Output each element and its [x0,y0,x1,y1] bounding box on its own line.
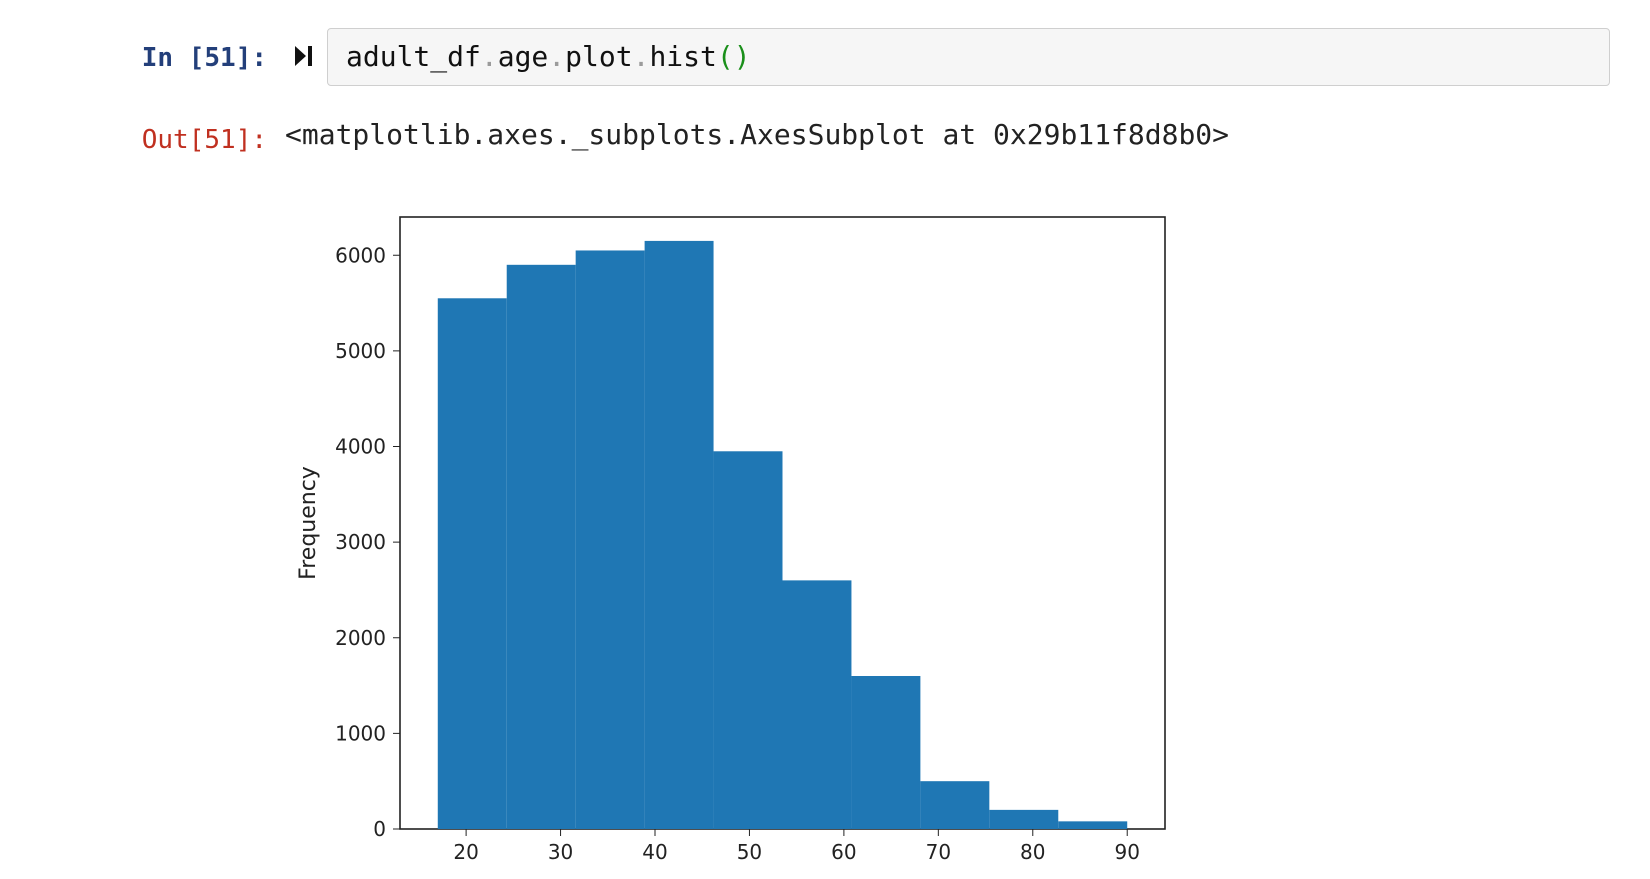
x-tick-label: 80 [1020,840,1045,864]
x-tick-label: 60 [831,840,856,864]
y-tick-label: 5000 [335,339,386,363]
x-tick-label: 50 [737,840,762,864]
notebook-cell-area: In [51]: adult_df.age.plot.hist() Out[51… [0,0,1650,879]
histogram-bar [438,298,507,829]
in-prompt-suffix: ]: [236,43,267,73]
code-input[interactable]: adult_df.age.plot.hist() [327,28,1610,86]
y-tick-label: 4000 [335,434,386,458]
y-tick-label: 6000 [335,243,386,267]
code-input-wrap: adult_df.age.plot.hist() [285,28,1650,86]
code-token: . [548,40,565,73]
empty-prompt [0,199,285,879]
histogram-bar [714,451,783,829]
code-token: ) [734,40,751,73]
code-token: age [498,40,549,73]
output-repr-row: Out[51]: <matplotlib.axes._subplots.Axes… [0,110,1650,158]
x-tick-label: 20 [453,840,478,864]
histogram-bar [576,250,645,829]
code-token: . [481,40,498,73]
y-tick-label: 0 [373,817,386,841]
out-prompt-number: 51 [204,125,235,155]
histogram-bar [851,676,920,829]
output-repr-text: <matplotlib.axes._subplots.AxesSubplot a… [285,110,1229,151]
out-prompt-prefix: Out[ [142,125,205,155]
histogram-bar [920,781,989,829]
y-tick-label: 2000 [335,626,386,650]
x-tick-label: 40 [642,840,667,864]
code-token: plot [565,40,632,73]
histogram-svg: 0 1000 2000 3000 4000 5000 6000 20 30 40 50 60 70 80 9… [285,199,1185,879]
histogram-bar [783,580,852,829]
x-tick-label: 70 [926,840,951,864]
x-tick-label: 90 [1114,840,1139,864]
code-token: adult_df [346,40,481,73]
y-tick-label: 3000 [335,530,386,554]
x-tick-label: 30 [548,840,573,864]
output-chart-row: 0 1000 2000 3000 4000 5000 6000 20 30 40 50 60 70 80 9… [0,199,1650,879]
y-axis-label: Frequency [296,466,321,580]
histogram-bar [989,810,1058,829]
run-cell-icon[interactable] [291,43,317,69]
histogram-bar [645,241,714,829]
histogram-chart: 0 1000 2000 3000 4000 5000 6000 20 30 40 50 60 70 80 9… [285,199,1185,879]
in-prompt: In [51]: [0,28,285,76]
in-prompt-number: 51 [204,43,235,73]
y-tick-label: 1000 [335,721,386,745]
in-prompt-prefix: In [ [142,43,205,73]
histogram-bar [507,265,576,829]
code-token: hist [649,40,716,73]
out-prompt: Out[51]: [0,110,285,158]
input-cell: In [51]: adult_df.age.plot.hist() [0,28,1650,86]
out-prompt-suffix: ]: [236,125,267,155]
code-token: ( [717,40,734,73]
histogram-bar [1058,821,1127,829]
code-token: . [633,40,650,73]
